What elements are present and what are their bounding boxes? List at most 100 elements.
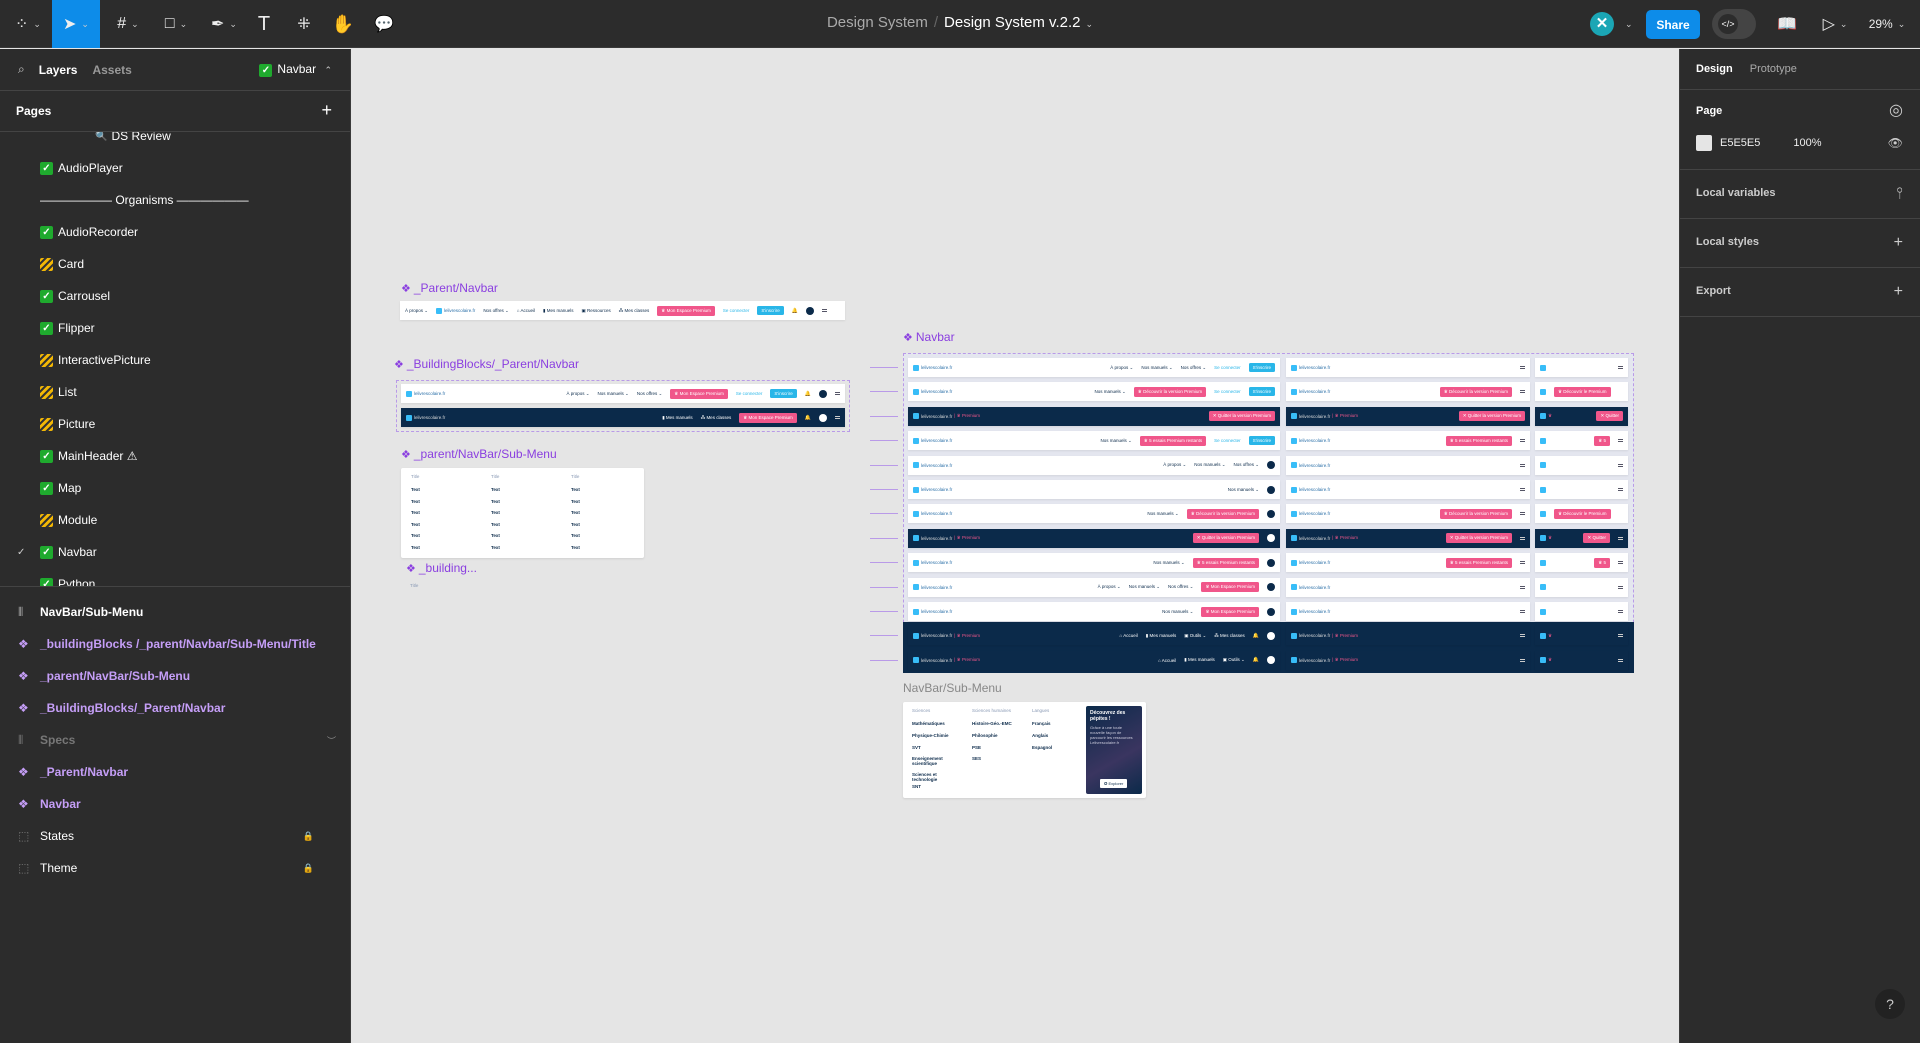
premium-button[interactable]: ♛ Mon Espace Premium: [739, 412, 797, 423]
menu-icon[interactable]: [1520, 366, 1525, 369]
brand-logo[interactable]: lelivrescolaire.fr: [913, 584, 952, 591]
submenu-item[interactable]: SVT: [912, 745, 921, 750]
brand-logo[interactable]: [1540, 388, 1546, 395]
bell-icon[interactable]: 🔔: [1253, 633, 1259, 639]
brand-logo[interactable]: lelivrescolaire.fr: [406, 390, 445, 397]
navbar-instance[interactable]: lelivrescolaire.fr: [1286, 455, 1530, 475]
nav-link[interactable]: ▮ Mes manuels: [662, 415, 693, 421]
brand-logo[interactable]: ♛: [1540, 413, 1552, 420]
menu-icon[interactable]: [1618, 488, 1623, 491]
avatar-icon[interactable]: [819, 389, 827, 398]
brand-logo[interactable]: lelivrescolaire.fr: [1291, 388, 1330, 395]
help-button[interactable]: ?: [1875, 989, 1905, 1019]
brand-logo[interactable]: [1540, 437, 1546, 444]
menu-icon[interactable]: [1618, 585, 1623, 589]
menu-icon[interactable]: [1618, 536, 1623, 540]
navbar-instance[interactable]: lelivrescolaire.fr ♛ Découvrir la version…: [1286, 382, 1530, 402]
submenu-item[interactable]: Text: [491, 545, 500, 550]
chevron-down-icon[interactable]: ⌄: [1625, 0, 1633, 48]
submenu-item[interactable]: Text: [491, 522, 500, 527]
menu-icon[interactable]: [1520, 610, 1525, 613]
current-page-selector[interactable]: ✓ Navbar ⌃: [259, 62, 332, 77]
navbar-instance[interactable]: lelivrescolaire.fr: [1286, 602, 1530, 621]
brand-logo[interactable]: lelivrescolaire.fr | ♛ Premium: [1291, 535, 1358, 542]
premium-button[interactable]: ♛ 5 essais Premium restants: [1192, 557, 1259, 568]
premium-button[interactable]: ♛ Mon Espace Premium: [670, 388, 728, 399]
bg-opacity[interactable]: 100%: [1793, 133, 1821, 153]
navbar-instance[interactable]: ♛ Découvrir le Premium: [1535, 382, 1628, 402]
eye-icon[interactable]: 👁: [1888, 133, 1903, 153]
brand-logo[interactable]: lelivrescolaire.fr: [913, 437, 952, 444]
bell-icon[interactable]: 🔔: [1253, 657, 1259, 663]
brand-logo[interactable]: lelivrescolaire.fr: [1291, 364, 1330, 371]
menu-icon[interactable]: [1618, 463, 1623, 467]
brand-logo[interactable]: lelivrescolaire.fr | ♛ Premium: [1291, 413, 1358, 420]
explore-button[interactable]: ✪ Explorer: [1100, 779, 1128, 788]
navbar-instance[interactable]: lelivrescolaire.fr | ♛ Premium ✕ Quitter l…: [1286, 528, 1530, 548]
navbar-instance[interactable]: lelivrescolaire.fr ♛ 5 essais Premium res…: [1286, 431, 1530, 451]
avatar-icon[interactable]: [1267, 583, 1275, 592]
canvas[interactable]: ❖ _Parent/Navbar À propos ⌄ lelivrescolaire…: [351, 49, 1679, 1043]
brand-logo[interactable]: lelivrescolaire.fr: [436, 307, 475, 314]
submenu-item[interactable]: Text: [491, 533, 500, 538]
premium-button[interactable]: ♛ 5 essais Premium restants: [1445, 435, 1512, 446]
tab-layers[interactable]: Layers: [39, 63, 78, 77]
library-button[interactable]: 📖: [1775, 0, 1799, 48]
style-icon[interactable]: ◎: [1889, 101, 1903, 121]
nav-link[interactable]: Nos manuels ⌄: [1162, 609, 1193, 615]
page-item[interactable]: ✓ Carrousel: [0, 280, 350, 312]
navbar-instance[interactable]: ♛ 5: [1535, 553, 1628, 573]
navbar-instance[interactable]: lelivrescolaire.fr | ♛ Premium ⌂ Accueil ▮ …: [908, 650, 1280, 670]
login-link[interactable]: Se connecter: [723, 308, 750, 313]
nav-link[interactable]: À propos ⌄: [405, 308, 428, 314]
nav-link[interactable]: Nos offres ⌄: [483, 308, 508, 314]
login-link[interactable]: Se connecter: [1214, 438, 1241, 443]
premium-button[interactable]: ♛ Découvrir le Premium: [1554, 508, 1611, 519]
brand-logo[interactable]: [1540, 462, 1546, 469]
submenu-item[interactable]: SES: [972, 756, 981, 761]
brand-logo[interactable]: lelivrescolaire.fr: [1291, 510, 1330, 517]
brand-logo[interactable]: lelivrescolaire.fr: [913, 462, 952, 469]
brand-logo[interactable]: lelivrescolaire.fr: [913, 510, 952, 517]
page-item[interactable]: Card: [0, 248, 350, 280]
brand-logo[interactable]: [1540, 364, 1546, 371]
avatar-icon[interactable]: [1267, 461, 1275, 470]
brand-logo[interactable]: lelivrescolaire.fr: [913, 608, 952, 615]
premium-button[interactable]: ✕ Quitter la version Premium: [1458, 411, 1525, 422]
submenu-item[interactable]: Histoire-Géo.-EMC: [972, 721, 1012, 726]
login-link[interactable]: Se connecter: [736, 391, 763, 396]
navbar-instance[interactable]: lelivrescolaire.fr ▮ Mes manuels ⁂ Mes cla…: [401, 408, 845, 427]
tab-design[interactable]: Design: [1696, 63, 1733, 75]
submenu-item[interactable]: Text: [491, 487, 500, 492]
brand-logo[interactable]: lelivrescolaire.fr: [913, 486, 952, 493]
layer-item[interactable]: ⦀ NavBar/Sub-Menu: [0, 598, 350, 626]
page-item[interactable]: ✓ Flipper: [0, 312, 350, 344]
submenu-item[interactable]: Text: [571, 522, 580, 527]
brand-logo[interactable]: [1540, 608, 1546, 615]
navbar-instance[interactable]: [1535, 455, 1628, 475]
page-item[interactable]: ✓ AudioPlayer: [0, 152, 350, 184]
nav-link[interactable]: Nos offres ⌄: [1168, 584, 1193, 590]
avatar-icon[interactable]: [819, 413, 827, 422]
premium-button[interactable]: ♛ Découvrir le Premium: [1554, 386, 1611, 397]
layer-item[interactable]: ❖ Navbar: [0, 790, 350, 818]
brand-logo[interactable]: lelivrescolaire.fr: [913, 388, 952, 395]
submenu-item[interactable]: Sciences et technologie: [912, 772, 962, 782]
nav-link[interactable]: ⌂ Accueil: [517, 308, 535, 313]
navbar-instance[interactable]: lelivrescolaire.fr | ♛ Premium ✕ Quitter l…: [908, 406, 1280, 426]
layer-item[interactable]: ❖ _Parent/Navbar: [0, 758, 350, 786]
avatar-icon[interactable]: [1267, 509, 1275, 518]
page-item[interactable]: ✓ ✓ Navbar: [0, 536, 350, 568]
bg-color-swatch[interactable]: [1696, 135, 1712, 151]
nav-link[interactable]: À propos ⌄: [1110, 365, 1133, 371]
submenu-item[interactable]: Philosophie: [972, 733, 998, 738]
nav-link[interactable]: Nos manuels ⌄: [1153, 560, 1184, 566]
brand-logo[interactable]: lelivrescolaire.fr: [1291, 486, 1330, 493]
submenu-item[interactable]: Physique-Chimie: [912, 733, 949, 738]
brand-logo[interactable]: lelivrescolaire.fr: [406, 414, 445, 421]
signup-button[interactable]: S'inscrire: [770, 389, 797, 398]
add-export-icon[interactable]: +: [1894, 267, 1903, 316]
brand-logo[interactable]: lelivrescolaire.fr | ♛ Premium: [913, 657, 980, 664]
navbar-instance[interactable]: lelivrescolaire.fr Nos manuels ⌄ ♛ Découvr…: [908, 382, 1280, 402]
bell-icon[interactable]: 🔔: [805, 415, 811, 421]
